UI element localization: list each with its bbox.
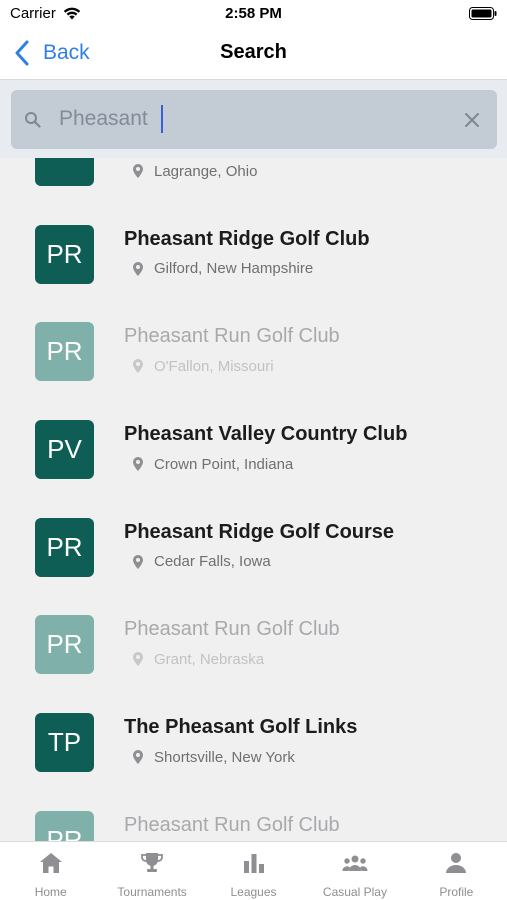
location-pin-icon: [133, 261, 143, 276]
location-text: Shortsville, New York: [154, 748, 295, 766]
navigation-bar: Back Search: [0, 28, 507, 80]
person-icon: [446, 853, 467, 873]
results-list[interactable]: Lagrange, Ohio PR Pheasant Ridge Golf Cl…: [0, 158, 507, 841]
course-badge: [35, 158, 94, 186]
tab-label: Leagues: [230, 885, 277, 899]
course-name: Pheasant Run Golf Club: [124, 813, 340, 836]
location-text: Gilford, New Hampshire: [154, 260, 314, 278]
search-icon: [25, 112, 41, 128]
course-name: Pheasant Valley Country Club: [124, 423, 408, 446]
course-name: Pheasant Ridge Golf Course: [124, 520, 395, 543]
list-item[interactable]: PR Pheasant Ridge Golf Club Gilford, New…: [0, 211, 507, 309]
list-item: PR Pheasant Run Golf Club O'Fallon, Miss…: [0, 308, 507, 406]
course-name: Pheasant Run Golf Club: [124, 325, 340, 348]
course-badge: PV: [35, 420, 94, 480]
battery-icon: [469, 7, 497, 20]
bar-chart-icon: [243, 854, 264, 873]
clear-icon[interactable]: [463, 111, 481, 129]
course-badge: PR: [35, 810, 94, 841]
item-location: Shortsville, New York: [133, 748, 295, 766]
tab-bar: Home Tournaments Leagues Casual Play Pro…: [0, 841, 507, 900]
list-item[interactable]: TP The Pheasant Golf Links Shortsville, …: [0, 699, 507, 797]
item-location: Lagrange, Ohio: [133, 162, 257, 180]
location-text: Grant, Nebraska: [154, 650, 265, 668]
text-cursor: [161, 105, 163, 133]
course-name: Pheasant Ridge Golf Club: [124, 227, 370, 250]
item-location: Gilford, New Hampshire: [133, 260, 313, 278]
course-badge: PR: [35, 322, 94, 382]
search-area: [0, 80, 507, 158]
location-text: Lagrange, Ohio: [154, 162, 258, 180]
location-pin-icon: [133, 457, 143, 472]
location-pin-icon: [133, 164, 143, 178]
tab-tournaments[interactable]: Tournaments: [101, 842, 202, 900]
home-icon: [39, 853, 62, 873]
course-badge: PR: [35, 615, 94, 675]
search-input[interactable]: [59, 102, 439, 136]
tab-casual-play[interactable]: Casual Play: [304, 842, 405, 900]
location-text: Cedar Falls, Iowa: [154, 553, 271, 571]
status-time: 2:58 PM: [225, 5, 282, 22]
location-pin-icon: [133, 359, 143, 374]
item-location: Crown Point, Indiana: [133, 455, 293, 473]
tab-home[interactable]: Home: [0, 842, 101, 900]
list-item[interactable]: PR Pheasant Ridge Golf Course Cedar Fall…: [0, 504, 507, 602]
course-badge: PR: [35, 517, 94, 577]
location-pin-icon: [133, 554, 143, 569]
course-badge: PR: [35, 224, 94, 284]
course-badge: TP: [35, 713, 94, 773]
trophy-icon: [141, 853, 164, 872]
location-text: Crown Point, Indiana: [154, 455, 294, 473]
list-item: PR Pheasant Run Golf Club Grant, Nebrask…: [0, 601, 507, 699]
tab-profile[interactable]: Profile: [406, 842, 507, 900]
list-item[interactable]: PV Pheasant Valley Country Club Crown Po…: [0, 406, 507, 504]
page-title: Search: [220, 41, 287, 63]
location-pin-icon: [133, 652, 143, 667]
location-text: O'Fallon, Missouri: [154, 357, 274, 375]
search-box[interactable]: [11, 90, 497, 149]
tab-label: Home: [34, 885, 67, 899]
item-location: O'Fallon, Missouri: [133, 357, 274, 375]
tab-label: Casual Play: [322, 885, 387, 899]
item-location: Grant, Nebraska: [133, 650, 264, 668]
status-bar: Carrier 2:58 PM: [0, 0, 507, 28]
group-icon: [342, 855, 368, 871]
location-pin-icon: [133, 750, 143, 765]
course-name: Pheasant Run Golf Club: [124, 618, 340, 641]
course-name: The Pheasant Golf Links: [124, 716, 358, 739]
item-location: Cedar Falls, Iowa: [133, 553, 271, 571]
tab-leagues[interactable]: Leagues: [203, 842, 304, 900]
list-item[interactable]: Lagrange, Ohio: [0, 158, 507, 211]
tab-label: Profile: [439, 885, 474, 899]
tab-label: Tournaments: [117, 885, 187, 899]
list-item: PR Pheasant Run Golf Club: [0, 797, 507, 841]
